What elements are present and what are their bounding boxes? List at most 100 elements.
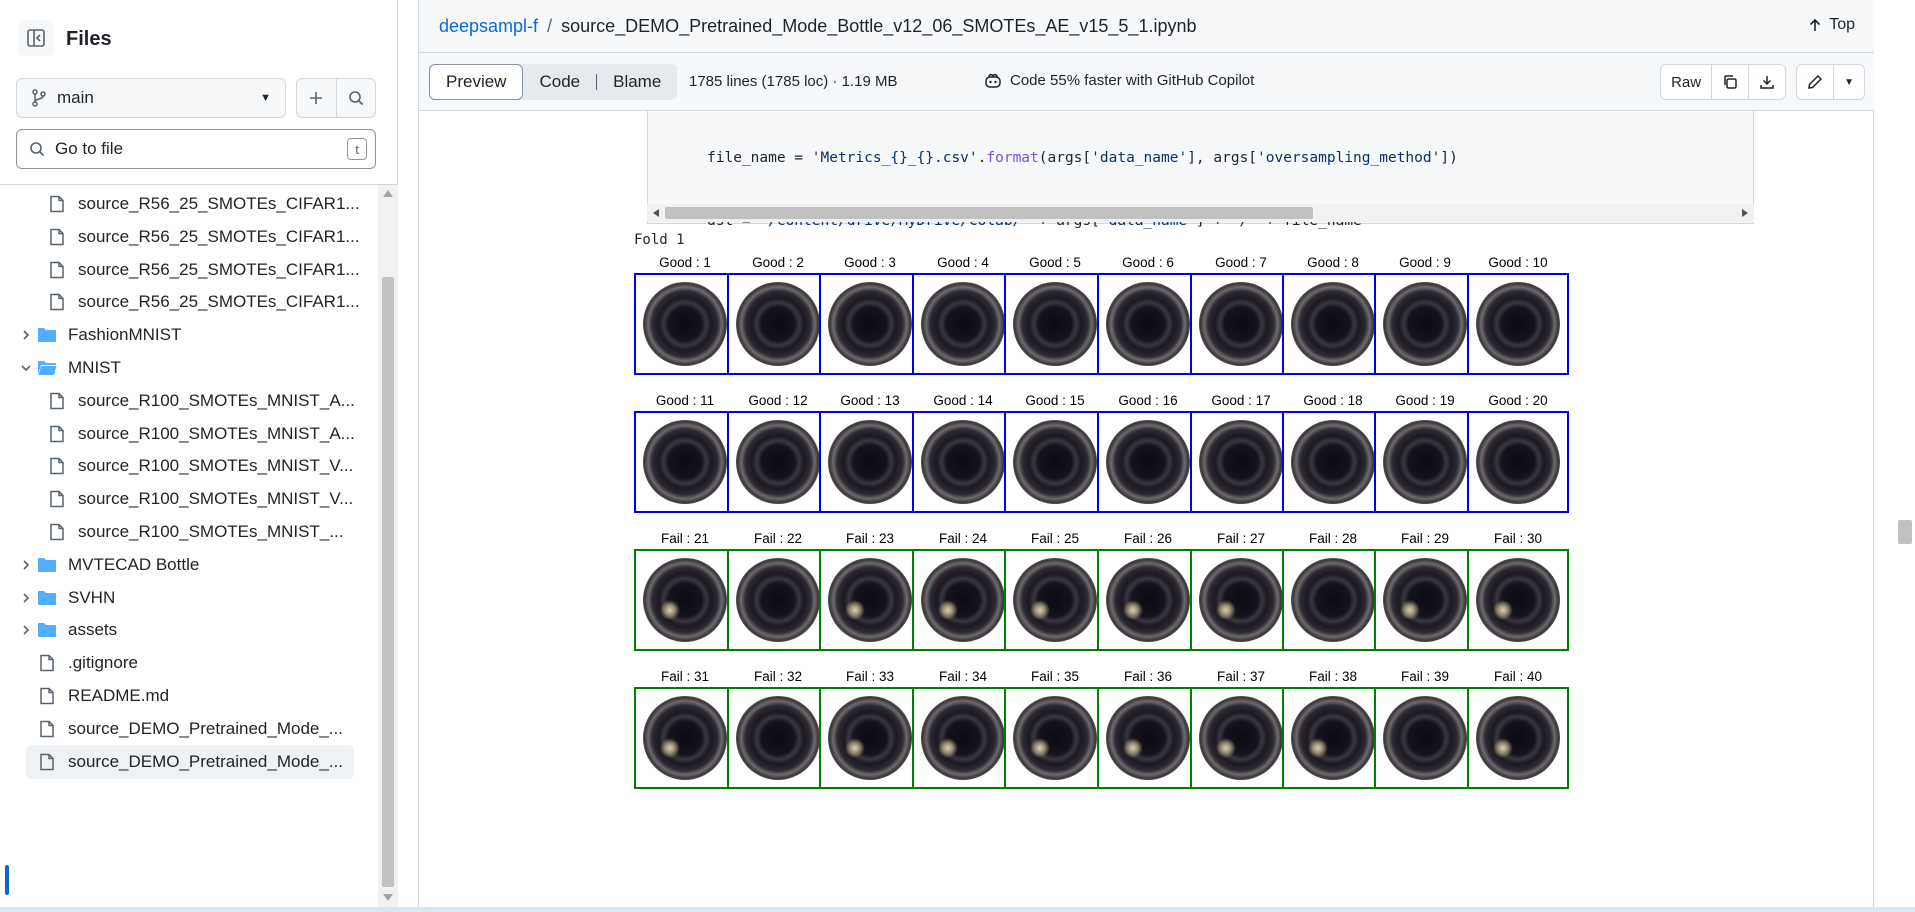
collapse-sidebar-button[interactable] bbox=[18, 20, 54, 56]
branch-name: main bbox=[57, 88, 94, 107]
search-icon bbox=[30, 142, 45, 157]
sample-frame bbox=[912, 687, 1014, 789]
sample-frame bbox=[1374, 411, 1476, 513]
tree-file[interactable]: .gitignore bbox=[36, 646, 138, 680]
breadcrumb-filename: source_DEMO_Pretrained_Mode_Bottle_v12_0… bbox=[561, 16, 1197, 36]
tree-item-label: source_R100_SMOTEs_MNIST_V... bbox=[78, 489, 354, 509]
tree-folder[interactable]: MVTECAD Bottle bbox=[23, 548, 199, 582]
raw-button[interactable]: Raw bbox=[1661, 65, 1711, 99]
chevron-right-icon[interactable] bbox=[18, 557, 34, 573]
file-icon bbox=[36, 751, 58, 773]
chevron-right-icon[interactable] bbox=[18, 590, 34, 606]
tree-file[interactable]: source_R56_25_SMOTEs_CIFAR1... bbox=[46, 220, 360, 254]
tree-item-label: source_R56_25_SMOTEs_CIFAR1... bbox=[78, 292, 360, 312]
tree-file[interactable]: source_R56_25_SMOTEs_CIFAR1... bbox=[46, 187, 360, 221]
sidebar-header: Files main ▼ Go to file t bbox=[0, 0, 398, 185]
edit-file-button[interactable] bbox=[1797, 65, 1833, 99]
scroll-left-icon[interactable] bbox=[653, 209, 659, 217]
scrollbar-thumb[interactable] bbox=[382, 277, 394, 887]
folder-icon bbox=[36, 554, 58, 576]
bottle-image bbox=[1199, 420, 1283, 504]
tree-file[interactable]: source_R100_SMOTEs_MNIST_V... bbox=[46, 449, 353, 483]
sample-frame bbox=[819, 273, 921, 375]
breadcrumb-repo-link[interactable]: deepsampl-f bbox=[439, 16, 538, 36]
chevron-right-icon[interactable] bbox=[18, 622, 34, 638]
tab-code[interactable]: Code bbox=[523, 64, 596, 100]
sample-frame bbox=[912, 549, 1014, 651]
scroll-up-icon[interactable] bbox=[383, 190, 393, 197]
bottle-image bbox=[1291, 558, 1375, 642]
tree-file[interactable]: source_DEMO_Pretrained_Mode_... bbox=[26, 744, 354, 779]
scrollbar-thumb[interactable] bbox=[665, 207, 1313, 219]
bottle-image bbox=[1291, 420, 1375, 504]
sample-frame bbox=[1097, 273, 1199, 375]
file-icon bbox=[46, 291, 68, 313]
tree-folder[interactable]: MNIST bbox=[21, 351, 121, 385]
tree-folder[interactable]: SVHN bbox=[23, 581, 115, 615]
scrollbar-thumb[interactable] bbox=[1898, 520, 1912, 544]
sample-frame bbox=[1097, 549, 1199, 651]
raw-copy-download-group: Raw bbox=[1660, 64, 1787, 100]
tree-item-label: source_R100_SMOTEs_MNIST_... bbox=[78, 522, 344, 541]
bottle-image bbox=[921, 282, 1005, 366]
breadcrumb-bar: deepsampl-f / source_DEMO_Pretrained_Mod… bbox=[419, 0, 1875, 53]
tree-item-label: source_DEMO_Pretrained_Mode_... bbox=[68, 751, 343, 771]
bottle-image bbox=[1199, 696, 1283, 780]
tree-folder[interactable]: FashionMNIST bbox=[23, 318, 181, 352]
branch-selector-button[interactable]: main ▼ bbox=[16, 78, 286, 118]
git-branch-icon bbox=[32, 89, 46, 107]
tab-blame[interactable]: Blame bbox=[597, 64, 677, 100]
tree-file[interactable]: source_R100_SMOTEs_MNIST_V... bbox=[46, 482, 353, 516]
file-icon bbox=[36, 718, 58, 740]
bottle-image bbox=[1476, 282, 1560, 366]
sample-frame bbox=[1282, 687, 1384, 789]
top-label: Top bbox=[1829, 16, 1855, 33]
tree-folder[interactable]: assets bbox=[23, 613, 118, 647]
tree-file[interactable]: source_R56_25_SMOTEs_CIFAR1... bbox=[46, 285, 360, 319]
tree-item-label: source_R100_SMOTEs_MNIST_V... bbox=[78, 456, 354, 476]
bottle-image bbox=[828, 420, 912, 504]
tree-file[interactable]: source_R56_25_SMOTEs_CIFAR1... bbox=[46, 253, 360, 287]
copy-raw-button[interactable] bbox=[1711, 65, 1748, 99]
tree-file[interactable]: source_R100_SMOTEs_MNIST_... bbox=[46, 515, 343, 549]
tree-item-label: source_R56_25_SMOTEs_CIFAR1... bbox=[78, 259, 360, 279]
scroll-right-icon[interactable] bbox=[1742, 209, 1748, 217]
tree-item-label: source_R56_25_SMOTEs_CIFAR1... bbox=[78, 194, 360, 213]
download-button[interactable] bbox=[1748, 65, 1785, 99]
code-horizontal-scrollbar[interactable] bbox=[647, 204, 1754, 222]
tree-file[interactable]: source_DEMO_Pretrained_Mode_... bbox=[36, 712, 343, 746]
bottle-image bbox=[736, 420, 820, 504]
top-button[interactable]: Top bbox=[1809, 16, 1855, 34]
tree-file[interactable]: source_R100_SMOTEs_MNIST_A... bbox=[46, 417, 355, 451]
sidebar-scrollbar[interactable] bbox=[378, 185, 398, 907]
sample-label: Fail : 40 bbox=[1493, 669, 1543, 684]
chevron-right-icon[interactable] bbox=[18, 327, 34, 343]
tab-preview[interactable]: Preview bbox=[429, 64, 524, 100]
sample-frame bbox=[1190, 411, 1292, 513]
file-icon bbox=[46, 193, 68, 215]
go-to-file-input[interactable]: Go to file t bbox=[16, 129, 376, 169]
sample-frame bbox=[1467, 549, 1569, 651]
tree-file[interactable]: source_R100_SMOTEs_MNIST_A... bbox=[46, 384, 355, 418]
search-files-button[interactable] bbox=[335, 79, 376, 117]
tree-item-label: source_R56_25_SMOTEs_CIFAR1... bbox=[78, 226, 360, 246]
page-scrollbar[interactable] bbox=[1874, 0, 1915, 912]
tree-item-label: assets bbox=[68, 620, 118, 640]
bottle-image bbox=[1199, 282, 1283, 366]
sample-frame bbox=[1467, 411, 1569, 513]
sidebar-toggle-icon bbox=[27, 29, 45, 47]
file-stats: 1785 lines (1785 loc) · 1.19 MB bbox=[689, 73, 898, 90]
bottle-image bbox=[736, 696, 820, 780]
add-file-button[interactable] bbox=[297, 79, 336, 117]
copilot-promo-link[interactable]: Code 55% faster with GitHub Copilot bbox=[984, 72, 1254, 89]
file-tree: source_R56_25_SMOTEs_CIFAR1... source_R56… bbox=[0, 185, 378, 905]
download-icon bbox=[1760, 76, 1774, 89]
code-line-1: file_name = 'Metrics_{}_{}.csv'.format(a… bbox=[707, 150, 1458, 166]
edit-options-button[interactable]: ▼ bbox=[1833, 65, 1864, 99]
bottle-image bbox=[828, 558, 912, 642]
tree-file[interactable]: README.md bbox=[36, 679, 169, 713]
scroll-down-icon[interactable] bbox=[383, 894, 393, 901]
bottle-image bbox=[1383, 282, 1467, 366]
edit-group: ▼ bbox=[1796, 64, 1865, 100]
chevron-down-icon[interactable] bbox=[18, 360, 34, 376]
